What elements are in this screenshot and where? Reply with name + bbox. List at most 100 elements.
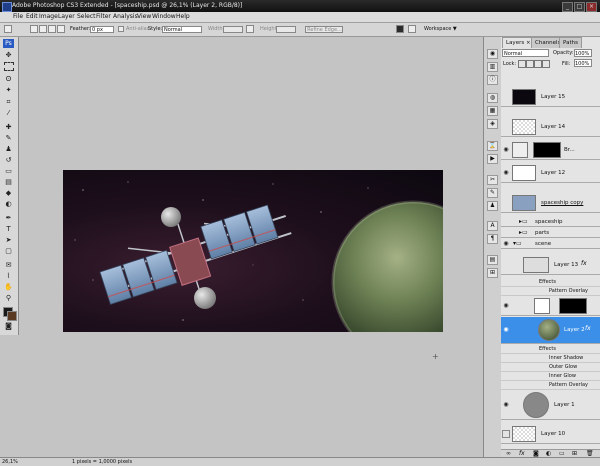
blend-mode-select[interactable]: Normal (502, 49, 549, 57)
tab-paths[interactable]: Paths (559, 37, 582, 48)
opacity-input[interactable]: 100% (574, 49, 592, 57)
dodge-tool-icon[interactable]: ◐ (3, 200, 14, 209)
fill-input[interactable]: 100% (574, 59, 592, 67)
move-tool-icon[interactable]: ✥ (3, 51, 14, 60)
layer-row[interactable]: Layer 13 fx (501, 255, 600, 275)
lock-transparency-icon[interactable] (518, 60, 526, 68)
feather-input[interactable]: 0 px (90, 26, 114, 33)
document-canvas[interactable] (63, 170, 443, 332)
tool-preset-picker[interactable] (4, 25, 12, 33)
style-select[interactable]: Normal (162, 26, 202, 33)
visibility-eye-icon[interactable]: ◉ (502, 327, 510, 333)
effects-row[interactable]: Effects (501, 278, 600, 287)
menu-help[interactable]: Help (176, 13, 190, 20)
layer-row[interactable]: Layer 10 (501, 424, 600, 444)
visibility-eye-icon[interactable]: ◉ (502, 147, 510, 153)
eyedropper-tool-icon[interactable]: ⌇ (3, 272, 14, 281)
close-button[interactable]: × (586, 2, 597, 12)
effects-row[interactable]: Effects (501, 345, 600, 354)
visibility-eye-icon[interactable]: ◉ (502, 303, 510, 309)
delete-layer-icon[interactable]: 🗑 (586, 450, 594, 457)
brushes-icon[interactable]: ✎ (487, 188, 498, 198)
character-icon[interactable]: A (487, 221, 498, 231)
magic-wand-icon[interactable]: ✦ (3, 86, 14, 95)
new-selection-icon[interactable] (30, 25, 38, 33)
menu-image[interactable]: Image (39, 13, 58, 20)
path-selection-icon[interactable]: ➤ (3, 236, 14, 245)
slice-tool-icon[interactable]: ⁄ (3, 109, 14, 118)
swatches-icon[interactable]: ▦ (487, 106, 498, 116)
navigator-icon[interactable]: ◉ (487, 49, 498, 59)
lasso-tool-icon[interactable]: ʘ (3, 75, 14, 84)
blur-tool-icon[interactable]: ◆ (3, 189, 14, 198)
shape-tool-icon[interactable]: ▢ (3, 247, 14, 256)
layer-group-row[interactable]: ▸▭ parts (501, 228, 600, 238)
actions-icon[interactable]: ▶ (487, 154, 498, 164)
menu-analysis[interactable]: Analysis (113, 13, 138, 20)
zoom-level[interactable]: 26,1% (2, 459, 18, 465)
color-icon[interactable]: ◍ (487, 93, 498, 103)
histogram-icon[interactable]: ▥ (487, 62, 498, 72)
layer-row[interactable]: ◉ Layer 1 (501, 390, 600, 420)
history-icon[interactable]: ⌛ (487, 141, 498, 151)
measurement-icon[interactable]: ⊞ (487, 268, 498, 278)
menu-select[interactable]: Select (77, 13, 96, 20)
menu-view[interactable]: View (137, 13, 151, 20)
tab-layers[interactable]: Layers × (502, 37, 535, 48)
layer-group-row[interactable]: ◉ ▾▭ scene (501, 239, 600, 249)
brush-tool-icon[interactable]: ✎ (3, 134, 14, 143)
adjustment-layer-icon[interactable]: ◐ (546, 450, 551, 457)
width-input[interactable] (223, 26, 243, 33)
bridge-icon[interactable] (396, 25, 404, 33)
new-group-icon[interactable]: ▭ (559, 450, 565, 457)
refine-edge-button[interactable]: Refine Edge... (305, 26, 343, 33)
link-layers-icon[interactable]: ∞ (506, 450, 511, 457)
notes-tool-icon[interactable]: ✉ (3, 261, 14, 270)
effect-item[interactable]: Pattern Overlay (501, 287, 600, 296)
layer-row[interactable]: ◉ Br... (501, 140, 600, 160)
eraser-tool-icon[interactable]: ▭ (3, 167, 14, 176)
palette-well-icon[interactable] (408, 25, 416, 33)
workspace-menu[interactable]: Workspace ▼ (424, 26, 457, 33)
zoom-tool-icon[interactable]: ⚲ (3, 294, 14, 303)
styles-icon[interactable]: ◈ (487, 119, 498, 129)
tool-presets-icon[interactable]: ✂ (487, 175, 498, 185)
fx-icon[interactable]: fx (585, 325, 591, 332)
clone-stamp-icon[interactable]: ♟ (3, 145, 14, 154)
effect-item[interactable]: Inner Shadow (501, 354, 600, 363)
subtract-selection-icon[interactable] (48, 25, 56, 33)
lock-all-icon[interactable] (542, 60, 550, 68)
lock-position-icon[interactable] (534, 60, 542, 68)
visibility-eye-icon[interactable]: ◉ (502, 402, 510, 408)
quick-mask-icon[interactable]: ◙ (3, 322, 14, 331)
add-selection-icon[interactable] (39, 25, 47, 33)
lock-pixels-icon[interactable] (526, 60, 534, 68)
effect-item[interactable]: Inner Glow (501, 372, 600, 381)
layer-row-selected[interactable]: ◉ Layer 2 fx (501, 317, 600, 344)
clone-source-icon[interactable]: ♟ (487, 201, 498, 211)
crop-tool-icon[interactable]: ⌗ (3, 98, 14, 107)
menu-edit[interactable]: Edit (26, 13, 38, 20)
pen-tool-icon[interactable]: ✒ (3, 214, 14, 223)
effect-item[interactable]: Outer Glow (501, 363, 600, 372)
effect-item[interactable]: Pattern Overlay (501, 381, 600, 390)
layer-comps-icon[interactable]: ▤ (487, 255, 498, 265)
antialias-checkbox[interactable] (118, 26, 124, 32)
menu-filter[interactable]: Filter (96, 13, 111, 20)
menu-window[interactable]: Window (152, 13, 176, 20)
maximize-button[interactable]: □ (574, 2, 585, 12)
layer-row[interactable]: ◉ Layer 12 (501, 163, 600, 183)
fx-icon[interactable]: fx (581, 260, 587, 267)
gradient-tool-icon[interactable]: ▤ (3, 178, 14, 187)
layer-row[interactable]: Layer 14 (501, 117, 600, 137)
healing-brush-icon[interactable]: ✚ (3, 123, 14, 132)
layer-row[interactable]: Layer 15 (501, 87, 600, 107)
height-input[interactable] (276, 26, 296, 33)
visibility-toggle[interactable] (502, 430, 510, 438)
add-mask-icon[interactable]: ◙ (533, 450, 539, 457)
visibility-eye-icon[interactable]: ◉ (502, 170, 510, 176)
menu-layer[interactable]: Layer (58, 13, 75, 20)
type-tool-icon[interactable]: T (3, 225, 14, 234)
history-brush-icon[interactable]: ↺ (3, 156, 14, 165)
hand-tool-icon[interactable]: ✋ (3, 283, 14, 292)
